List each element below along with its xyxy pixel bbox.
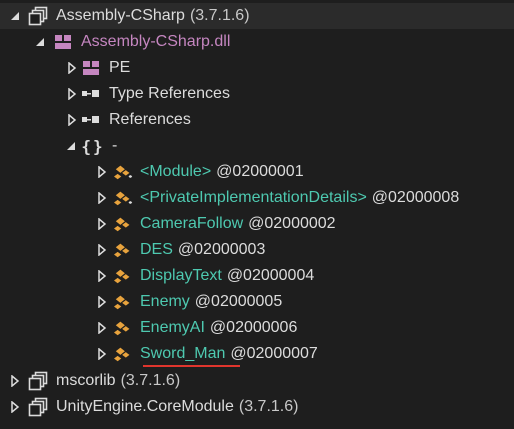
collapsed-triangle-icon[interactable] xyxy=(95,211,109,237)
collapsed-triangle-icon[interactable] xyxy=(95,263,109,289)
type-token: @02000003 xyxy=(177,241,266,258)
tree-node-assembly-mscorlib[interactable]: mscorlib (3.7.1.6) xyxy=(0,368,514,394)
class-icon xyxy=(114,318,134,338)
type-token: @02000008 xyxy=(371,189,460,206)
tree-node-type[interactable]: DES @02000003 xyxy=(0,237,514,263)
collapsed-triangle-icon[interactable] xyxy=(65,81,79,107)
class-icon xyxy=(114,214,134,234)
assembly-version: (3.7.1.6) xyxy=(189,7,250,24)
assembly-icon xyxy=(28,6,48,26)
collapsed-triangle-icon[interactable] xyxy=(95,185,109,211)
tree-node-type-references[interactable]: Type References xyxy=(0,81,514,107)
class-icon xyxy=(114,344,134,364)
type-name: DES xyxy=(140,241,173,258)
type-name: DisplayText xyxy=(140,267,222,284)
collapsed-triangle-icon[interactable] xyxy=(8,368,22,394)
references-label: References xyxy=(109,111,191,128)
assembly-name: UnityEngine.CoreModule xyxy=(56,398,234,415)
collapsed-triangle-icon[interactable] xyxy=(8,394,22,420)
type-name: EnemyAI xyxy=(140,319,205,336)
class-icon xyxy=(114,266,134,286)
namespace-label: - xyxy=(112,137,118,154)
annotation-underline xyxy=(143,365,240,367)
tree-node-type[interactable]: <Module> @02000001 xyxy=(0,159,514,185)
tree-node-type[interactable]: CameraFollow @02000002 xyxy=(0,211,514,237)
type-name: Sword_Man xyxy=(140,345,226,362)
tree-node-references[interactable]: References xyxy=(0,107,514,133)
references-icon xyxy=(81,84,101,104)
type-name: Enemy xyxy=(140,293,190,310)
assembly-name: Assembly-CSharp xyxy=(56,7,185,24)
references-icon xyxy=(81,110,101,130)
assembly-explorer-tree: Assembly-CSharp (3.7.1.6) Assembly-CShar… xyxy=(0,0,514,429)
type-token: @02000007 xyxy=(230,345,318,362)
type-token: @02000001 xyxy=(216,163,304,180)
tree-node-pe[interactable]: PE xyxy=(0,55,514,81)
collapsed-triangle-icon[interactable] xyxy=(95,237,109,263)
tree-node-type[interactable]: <PrivateImplementationDetails> @02000008 xyxy=(0,185,514,211)
assembly-version: (3.7.1.6) xyxy=(120,372,181,389)
expanded-triangle-icon[interactable] xyxy=(8,3,22,29)
assembly-name: mscorlib xyxy=(56,372,116,389)
type-token: @02000004 xyxy=(226,267,315,284)
tree-node-namespace[interactable]: {} - xyxy=(0,133,514,159)
collapsed-triangle-icon[interactable] xyxy=(65,55,79,81)
type-name: CameraFollow xyxy=(140,215,244,232)
class-icon xyxy=(114,240,134,260)
tree-node-module[interactable]: Assembly-CSharp.dll xyxy=(0,29,514,55)
tree-node-type[interactable]: DisplayText @02000004 xyxy=(0,263,514,289)
assembly-icon xyxy=(28,397,48,417)
tree-node-assembly-csharp[interactable]: Assembly-CSharp (3.7.1.6) xyxy=(0,3,514,29)
tree-node-type[interactable]: Sword_Man @02000007 xyxy=(0,341,514,367)
collapsed-triangle-icon[interactable] xyxy=(65,107,79,133)
type-references-label: Type References xyxy=(109,85,230,102)
assembly-icon xyxy=(28,371,48,391)
collapsed-triangle-icon[interactable] xyxy=(95,341,109,367)
collapsed-triangle-icon[interactable] xyxy=(95,315,109,341)
collapsed-triangle-icon[interactable] xyxy=(95,159,109,185)
class-icon xyxy=(114,292,134,312)
tree-node-type[interactable]: EnemyAI @02000006 xyxy=(0,315,514,341)
pe-label: PE xyxy=(109,59,131,76)
expanded-triangle-icon[interactable] xyxy=(33,29,47,55)
type-name: <PrivateImplementationDetails> xyxy=(140,189,367,206)
assembly-version: (3.7.1.6) xyxy=(238,398,299,415)
class-icon xyxy=(114,162,134,182)
module-icon xyxy=(81,58,101,78)
module-name: Assembly-CSharp.dll xyxy=(81,33,231,50)
tree-node-type[interactable]: Enemy @02000005 xyxy=(0,289,514,315)
type-token: @02000002 xyxy=(248,215,336,232)
tree-node-assembly-unityengine-coremodule[interactable]: UnityEngine.CoreModule (3.7.1.6) xyxy=(0,394,514,420)
type-token: @02000005 xyxy=(194,293,283,310)
collapsed-triangle-icon[interactable] xyxy=(95,289,109,315)
expanded-triangle-icon[interactable] xyxy=(64,133,78,159)
namespace-braces-icon: {} xyxy=(81,136,105,156)
module-icon xyxy=(53,32,73,52)
class-icon xyxy=(114,188,134,208)
type-token: @02000006 xyxy=(209,319,298,336)
type-name: <Module> xyxy=(140,163,212,180)
